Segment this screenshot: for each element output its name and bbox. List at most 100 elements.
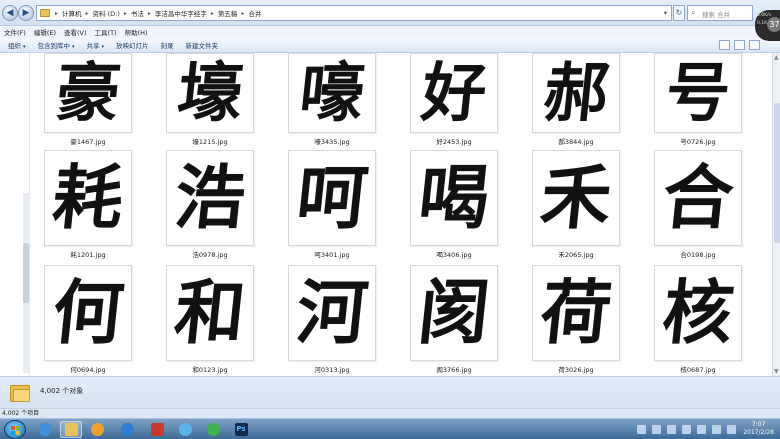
taskbar-app[interactable]: Ps (230, 421, 252, 438)
file-item[interactable]: 和 和0123.jpg (166, 265, 254, 374)
thumbnail[interactable]: 好 (410, 53, 498, 133)
scroll-down-icon[interactable]: ▼ (774, 368, 779, 375)
file-item[interactable]: 呵 呵3401.jpg (288, 150, 376, 259)
menu-view[interactable]: 查看(V) (64, 27, 87, 37)
file-item[interactable]: 荷 荷3026.jpg (532, 265, 620, 374)
file-name[interactable]: 何0694.jpg (44, 364, 132, 374)
file-name[interactable]: 荷3026.jpg (532, 364, 620, 374)
menu-tools[interactable]: 工具(T) (95, 27, 117, 37)
thumbnail[interactable]: 荷 (532, 265, 620, 361)
clock[interactable]: 7:07 2017/2/28 (743, 421, 774, 437)
thumbnail[interactable]: 浩 (166, 150, 254, 246)
menu-file[interactable]: 文件(F) (4, 27, 26, 37)
breadcrumb-item[interactable]: 资料 (D:) (90, 8, 123, 18)
breadcrumb[interactable]: ▸ 计算机 ▸ 资料 (D:) ▸ 书法 ▸ 李洁昌中华字经字 ▸ 第五稿 ▸ … (36, 5, 672, 21)
file-name[interactable]: 核0687.jpg (654, 364, 742, 374)
preview-pane-icon[interactable] (734, 40, 745, 50)
file-name[interactable]: 豪1467.jpg (44, 136, 132, 146)
file-name[interactable]: 河0313.jpg (288, 364, 376, 374)
file-name[interactable]: 壕1215.jpg (166, 136, 254, 146)
tray-icon[interactable] (712, 425, 721, 434)
back-button[interactable]: ◀ (2, 5, 18, 21)
thumbnail[interactable]: 耗 (44, 150, 132, 246)
thumbnail[interactable]: 喝 (410, 150, 498, 246)
vertical-scrollbar[interactable]: ▲ ▼ (772, 53, 780, 376)
file-name[interactable]: 呵3401.jpg (288, 249, 376, 259)
taskbar-app[interactable] (116, 421, 138, 438)
thumbnail[interactable]: 禾 (532, 150, 620, 246)
file-name[interactable]: 浩0978.jpg (166, 249, 254, 259)
menu-help[interactable]: 帮助(H) (125, 27, 148, 37)
scroll-thumb[interactable] (23, 243, 29, 303)
file-item[interactable]: 喝 喝3406.jpg (410, 150, 498, 259)
network-speed-widget[interactable]: 5.6K/s 0.1K/s 37 (755, 10, 780, 41)
thumbnail[interactable]: 号 (654, 53, 742, 133)
refresh-button[interactable]: ↻ (673, 5, 685, 21)
file-item[interactable]: 阂 阂3766.jpg (410, 265, 498, 374)
file-name[interactable]: 号0726.jpg (654, 136, 742, 146)
thumbnail[interactable]: 河 (288, 265, 376, 361)
file-item[interactable]: 好 好2453.jpg (410, 53, 498, 146)
taskbar-app[interactable] (86, 421, 108, 438)
share-button[interactable]: 共享 ▾ (87, 40, 105, 50)
thumbnail[interactable]: 壕 (166, 53, 254, 133)
taskbar-app-active[interactable] (60, 421, 82, 438)
file-name[interactable]: 好2453.jpg (410, 136, 498, 146)
burn-button[interactable]: 刻录 (161, 40, 174, 50)
file-item[interactable]: 壕 壕1215.jpg (166, 53, 254, 146)
tray-icon[interactable] (637, 425, 646, 434)
organize-button[interactable]: 组织 ▾ (8, 40, 26, 50)
thumbnail[interactable]: 郝 (532, 53, 620, 133)
include-in-library-button[interactable]: 包含到库中 ▾ (38, 40, 75, 50)
scroll-up-icon[interactable]: ▲ (774, 54, 779, 61)
file-name[interactable]: 嚎3435.jpg (288, 136, 376, 146)
tray-icon[interactable] (727, 425, 736, 434)
file-item[interactable]: 何 何0694.jpg (44, 265, 132, 374)
file-name[interactable]: 郝3844.jpg (532, 136, 620, 146)
taskbar-app[interactable] (34, 421, 56, 438)
breadcrumb-item[interactable]: 计算机 (59, 8, 85, 18)
file-item[interactable]: 禾 禾2065.jpg (532, 150, 620, 259)
thumbnail[interactable]: 合 (654, 150, 742, 246)
scroll-thumb[interactable] (774, 103, 780, 243)
file-item[interactable]: 嚎 嚎3435.jpg (288, 53, 376, 146)
thumbnail[interactable]: 阂 (410, 265, 498, 361)
file-name[interactable]: 禾2065.jpg (532, 249, 620, 259)
file-item[interactable]: 号 号0726.jpg (654, 53, 742, 146)
nav-scrollbar[interactable] (23, 193, 29, 373)
file-name[interactable]: 耗1201.jpg (44, 249, 132, 259)
file-name[interactable]: 喝3406.jpg (410, 249, 498, 259)
search-input[interactable]: ⌕ 搜索 合并 (687, 5, 753, 21)
file-item[interactable]: 郝 郝3844.jpg (532, 53, 620, 146)
thumbnail[interactable]: 和 (166, 265, 254, 361)
breadcrumb-item[interactable]: 合并 (245, 8, 264, 18)
file-item[interactable]: 耗 耗1201.jpg (44, 150, 132, 259)
file-name[interactable]: 合0198.jpg (654, 249, 742, 259)
tray-icon[interactable] (682, 425, 691, 434)
breadcrumb-item[interactable]: 李洁昌中华字经字 (152, 8, 210, 18)
tray-icon[interactable] (667, 425, 676, 434)
view-options-icon[interactable] (719, 40, 730, 50)
thumbnail[interactable]: 嚎 (288, 53, 376, 133)
chevron-down-icon[interactable]: ▾ (660, 9, 671, 17)
file-item[interactable]: 豪 豪1467.jpg (44, 53, 132, 146)
thumbnail[interactable]: 核 (654, 265, 742, 361)
help-icon[interactable] (749, 40, 760, 50)
tray-icon[interactable] (652, 425, 661, 434)
file-item[interactable]: 合 合0198.jpg (654, 150, 742, 259)
breadcrumb-item[interactable]: 第五稿 (215, 8, 241, 18)
tray-icon[interactable] (697, 425, 706, 434)
slideshow-button[interactable]: 放映幻灯片 (116, 40, 149, 50)
thumbnail[interactable]: 何 (44, 265, 132, 361)
thumbnail[interactable]: 豪 (44, 53, 132, 133)
new-folder-button[interactable]: 新建文件夹 (186, 40, 219, 50)
forward-button[interactable]: ▶ (18, 5, 34, 21)
breadcrumb-item[interactable]: 书法 (128, 8, 147, 18)
file-item[interactable]: 河 河0313.jpg (288, 265, 376, 374)
taskbar-app[interactable] (174, 421, 196, 438)
thumbnail[interactable]: 呵 (288, 150, 376, 246)
file-name[interactable]: 和0123.jpg (166, 364, 254, 374)
taskbar-app[interactable] (146, 421, 168, 438)
menu-edit[interactable]: 编辑(E) (34, 27, 56, 37)
taskbar-app[interactable] (202, 421, 224, 438)
